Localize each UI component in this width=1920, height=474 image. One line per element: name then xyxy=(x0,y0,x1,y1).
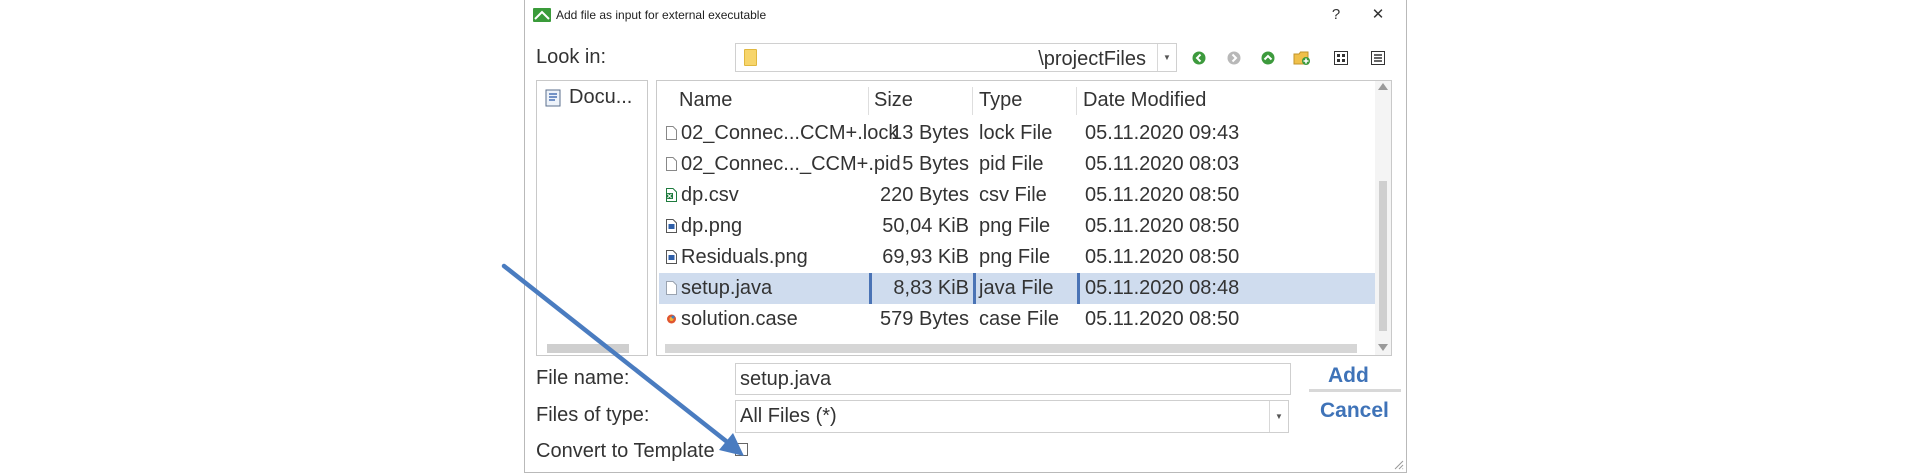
file-type: png File xyxy=(979,246,1051,268)
resize-grip-icon[interactable] xyxy=(1392,458,1404,470)
file-size: 13 Bytes xyxy=(891,122,969,144)
documents-icon xyxy=(545,89,561,106)
file-row[interactable]: dp.png 50,04 KiB png File 05.11.2020 08:… xyxy=(659,211,1375,242)
file-row[interactable]: Residuals.png 69,93 KiB png File 05.11.2… xyxy=(659,242,1375,273)
file-size: 50,04 KiB xyxy=(882,215,969,237)
places-panel[interactable]: Docu... xyxy=(536,80,648,356)
selection-divider xyxy=(1077,273,1080,304)
vertical-scrollbar[interactable] xyxy=(1375,81,1391,355)
file-date: 05.11.2020 08:50 xyxy=(1085,308,1240,330)
file-name-input[interactable] xyxy=(735,363,1291,395)
column-header-size[interactable]: Size xyxy=(874,89,913,112)
csv-icon xyxy=(666,188,677,202)
file-list[interactable]: Name Size Type Date Modified 02_Connec..… xyxy=(656,80,1392,356)
file-date: 05.11.2020 09:43 xyxy=(1085,122,1240,144)
up-folder-icon xyxy=(1261,51,1275,65)
file-row[interactable]: 02_Connec..._CCM+.pid 5 Bytes pid File 0… xyxy=(659,149,1375,180)
new-folder-button[interactable] xyxy=(1290,46,1314,70)
file-row[interactable]: dp.csv 220 Bytes csv File 05.11.2020 08:… xyxy=(659,180,1375,211)
column-header-type[interactable]: Type xyxy=(979,89,1022,112)
files-of-type-label: Files of type: xyxy=(536,404,650,426)
list-view-icon xyxy=(1334,51,1348,65)
file-size: 5 Bytes xyxy=(902,153,969,175)
column-divider[interactable] xyxy=(972,87,973,115)
look-in-value: \projectFiles xyxy=(1038,48,1146,70)
file-type: lock File xyxy=(979,122,1053,144)
add-button-focus-line xyxy=(1309,389,1401,392)
java-file-icon xyxy=(666,281,677,295)
convert-template-label: Convert to Template xyxy=(536,440,715,462)
column-header-date[interactable]: Date Modified xyxy=(1083,89,1206,112)
files-of-type-combo[interactable]: All Files (*) ▼ xyxy=(735,400,1289,433)
file-date: 05.11.2020 08:50 xyxy=(1085,184,1240,206)
file-date: 05.11.2020 08:50 xyxy=(1085,246,1240,268)
details-view-icon xyxy=(1371,51,1385,65)
place-item-label: Docu... xyxy=(569,86,633,108)
horizontal-scrollbar[interactable] xyxy=(665,344,1357,353)
files-of-type-value: All Files (*) xyxy=(740,405,837,427)
close-button[interactable]: ✕ xyxy=(1363,3,1393,27)
place-item-documents[interactable]: Docu... xyxy=(545,86,632,109)
title-bar: Add file as input for external executabl… xyxy=(525,0,1406,32)
case-file-icon xyxy=(667,314,676,324)
column-divider[interactable] xyxy=(868,87,869,115)
file-size: 579 Bytes xyxy=(880,308,969,330)
file-type: pid File xyxy=(979,153,1044,175)
scroll-thumb[interactable] xyxy=(1379,181,1387,331)
help-button[interactable]: ? xyxy=(1321,3,1351,27)
file-icon xyxy=(666,126,677,140)
file-name: setup.java xyxy=(681,277,773,299)
scroll-down-icon[interactable] xyxy=(1378,344,1388,351)
up-folder-button[interactable] xyxy=(1256,46,1280,70)
file-type: java File xyxy=(979,277,1054,299)
file-size: 220 Bytes xyxy=(880,184,969,206)
image-icon xyxy=(666,219,677,233)
file-row-selected[interactable]: setup.java 8,83 KiB java File 05.11.2020… xyxy=(659,273,1375,304)
column-header-row: Name Size Type Date Modified xyxy=(657,81,1375,119)
file-icon xyxy=(666,157,677,171)
file-row[interactable]: 02_Connec...CCM+.lock 13 Bytes lock File… xyxy=(659,118,1375,149)
list-view-button[interactable] xyxy=(1329,46,1353,70)
file-date: 05.11.2020 08:48 xyxy=(1085,277,1240,299)
column-divider[interactable] xyxy=(1076,87,1077,115)
forward-icon xyxy=(1227,51,1241,65)
window-title: Add file as input for external executabl… xyxy=(556,8,767,22)
look-in-combo[interactable]: \projectFiles ▼ xyxy=(735,43,1177,72)
add-button[interactable]: Add xyxy=(1328,364,1369,388)
file-type: csv File xyxy=(979,184,1047,206)
file-dialog: Add file as input for external executabl… xyxy=(524,0,1407,473)
look-in-label: Look in: xyxy=(536,46,607,68)
forward-button[interactable] xyxy=(1222,46,1246,70)
file-type: case File xyxy=(979,308,1060,330)
selection-divider xyxy=(973,273,976,304)
folder-icon xyxy=(744,49,757,66)
file-row[interactable]: solution.case 579 Bytes case File 05.11.… xyxy=(659,304,1375,335)
back-icon xyxy=(1192,51,1206,65)
convert-template-checkbox[interactable] xyxy=(735,443,748,456)
cancel-button[interactable]: Cancel xyxy=(1320,399,1389,423)
back-button[interactable] xyxy=(1187,46,1211,70)
column-header-name[interactable]: Name xyxy=(679,89,732,112)
places-scrollbar[interactable] xyxy=(547,344,629,353)
app-icon xyxy=(533,8,551,22)
chevron-down-icon[interactable]: ▼ xyxy=(1157,44,1176,71)
details-view-button[interactable] xyxy=(1366,46,1390,70)
file-date: 05.11.2020 08:03 xyxy=(1085,153,1240,175)
scroll-up-icon[interactable] xyxy=(1378,83,1388,90)
file-size: 69,93 KiB xyxy=(882,246,969,268)
chevron-down-icon[interactable]: ▼ xyxy=(1269,401,1288,432)
file-name-label: File name: xyxy=(536,367,630,389)
file-name: solution.case xyxy=(681,308,798,330)
image-icon xyxy=(666,250,677,264)
file-date: 05.11.2020 08:50 xyxy=(1085,215,1240,237)
file-name: dp.png xyxy=(681,215,743,237)
new-folder-icon xyxy=(1293,51,1310,65)
file-type: png File xyxy=(979,215,1051,237)
file-size: 8,83 KiB xyxy=(893,277,969,299)
file-name: dp.csv xyxy=(681,184,739,206)
file-name: Residuals.png xyxy=(681,246,808,268)
